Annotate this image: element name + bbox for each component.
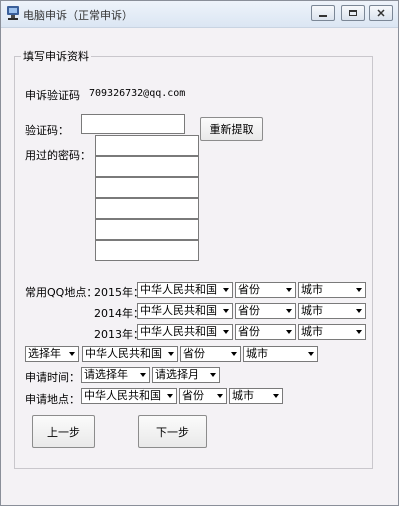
- captcha-input[interactable]: [81, 114, 185, 134]
- apply-time-label: 申请时间：: [25, 371, 80, 384]
- chevron-down-icon: [219, 325, 232, 339]
- apply-year-select[interactable]: 请选择年: [81, 367, 150, 383]
- apply-province-select[interactable]: 省份: [179, 388, 227, 404]
- chevron-down-icon: [163, 389, 176, 403]
- maximize-icon: [349, 10, 357, 16]
- chevron-down-icon: [282, 304, 295, 318]
- province-select-2013[interactable]: 省份: [235, 324, 296, 340]
- extra-year-select[interactable]: 选择年: [25, 346, 79, 362]
- chevron-down-icon: [352, 304, 365, 318]
- chevron-down-icon: [136, 368, 149, 382]
- close-icon: [377, 9, 385, 17]
- chevron-down-icon: [282, 283, 295, 297]
- next-button[interactable]: 下一步: [138, 415, 207, 448]
- appeal-info-group: [14, 56, 373, 469]
- city-select-2015[interactable]: 城市: [298, 282, 366, 298]
- password-field-3[interactable]: [95, 177, 199, 198]
- maximize-button[interactable]: [341, 5, 365, 21]
- qq-locations-label: 常用QQ地点：: [25, 286, 98, 299]
- verify-code-value: 709326732@qq.com: [89, 88, 186, 99]
- password-field-1[interactable]: [95, 135, 199, 156]
- extra-country-select[interactable]: 中华人民共和国: [82, 346, 178, 362]
- appeal-window: 电脑申诉（正常申诉） 填写申诉资料 申诉验证码 709326732@qq.com…: [0, 0, 399, 506]
- province-select-2015[interactable]: 省份: [235, 282, 296, 298]
- chevron-down-icon: [352, 283, 365, 297]
- apply-country-select[interactable]: 中华人民共和国: [81, 388, 177, 404]
- refresh-captcha-button[interactable]: 重新提取: [200, 117, 263, 141]
- province-select-2014[interactable]: 省份: [235, 303, 296, 319]
- city-select-2014[interactable]: 城市: [298, 303, 366, 319]
- prev-button[interactable]: 上一步: [32, 415, 95, 448]
- passwords-label: 用过的密码：: [25, 149, 91, 162]
- apply-city-select[interactable]: 城市: [229, 388, 283, 404]
- minimize-icon: [319, 14, 327, 17]
- country-select-2013[interactable]: 中华人民共和国: [137, 324, 233, 340]
- chevron-down-icon: [282, 325, 295, 339]
- app-icon: [5, 5, 21, 21]
- title-bar: 电脑申诉（正常申诉）: [1, 1, 398, 28]
- chevron-down-icon: [65, 347, 78, 361]
- password-field-5[interactable]: [95, 219, 199, 240]
- extra-city-select[interactable]: 城市: [243, 346, 318, 362]
- group-title: 填写申诉资料: [21, 48, 91, 64]
- country-select-2015[interactable]: 中华人民共和国: [137, 282, 233, 298]
- extra-province-select[interactable]: 省份: [180, 346, 241, 362]
- chevron-down-icon: [352, 325, 365, 339]
- country-select-2014[interactable]: 中华人民共和国: [137, 303, 233, 319]
- verify-code-label: 申诉验证码: [25, 89, 80, 102]
- chevron-down-icon: [219, 283, 232, 297]
- chevron-down-icon: [213, 389, 226, 403]
- city-select-2013[interactable]: 城市: [298, 324, 366, 340]
- chevron-down-icon: [164, 347, 177, 361]
- password-field-6[interactable]: [95, 240, 199, 261]
- password-field-4[interactable]: [95, 198, 199, 219]
- apply-location-label: 申请地点：: [25, 393, 80, 406]
- close-button[interactable]: [369, 5, 393, 21]
- apply-month-select[interactable]: 请选择月: [152, 367, 220, 383]
- chevron-down-icon: [227, 347, 240, 361]
- chevron-down-icon: [304, 347, 317, 361]
- chevron-down-icon: [219, 304, 232, 318]
- password-field-2[interactable]: [95, 156, 199, 177]
- chevron-down-icon: [206, 368, 219, 382]
- minimize-button[interactable]: [311, 5, 335, 21]
- window-title: 电脑申诉（正常申诉）: [23, 9, 133, 22]
- chevron-down-icon: [269, 389, 282, 403]
- captcha-label: 验证码：: [25, 124, 69, 137]
